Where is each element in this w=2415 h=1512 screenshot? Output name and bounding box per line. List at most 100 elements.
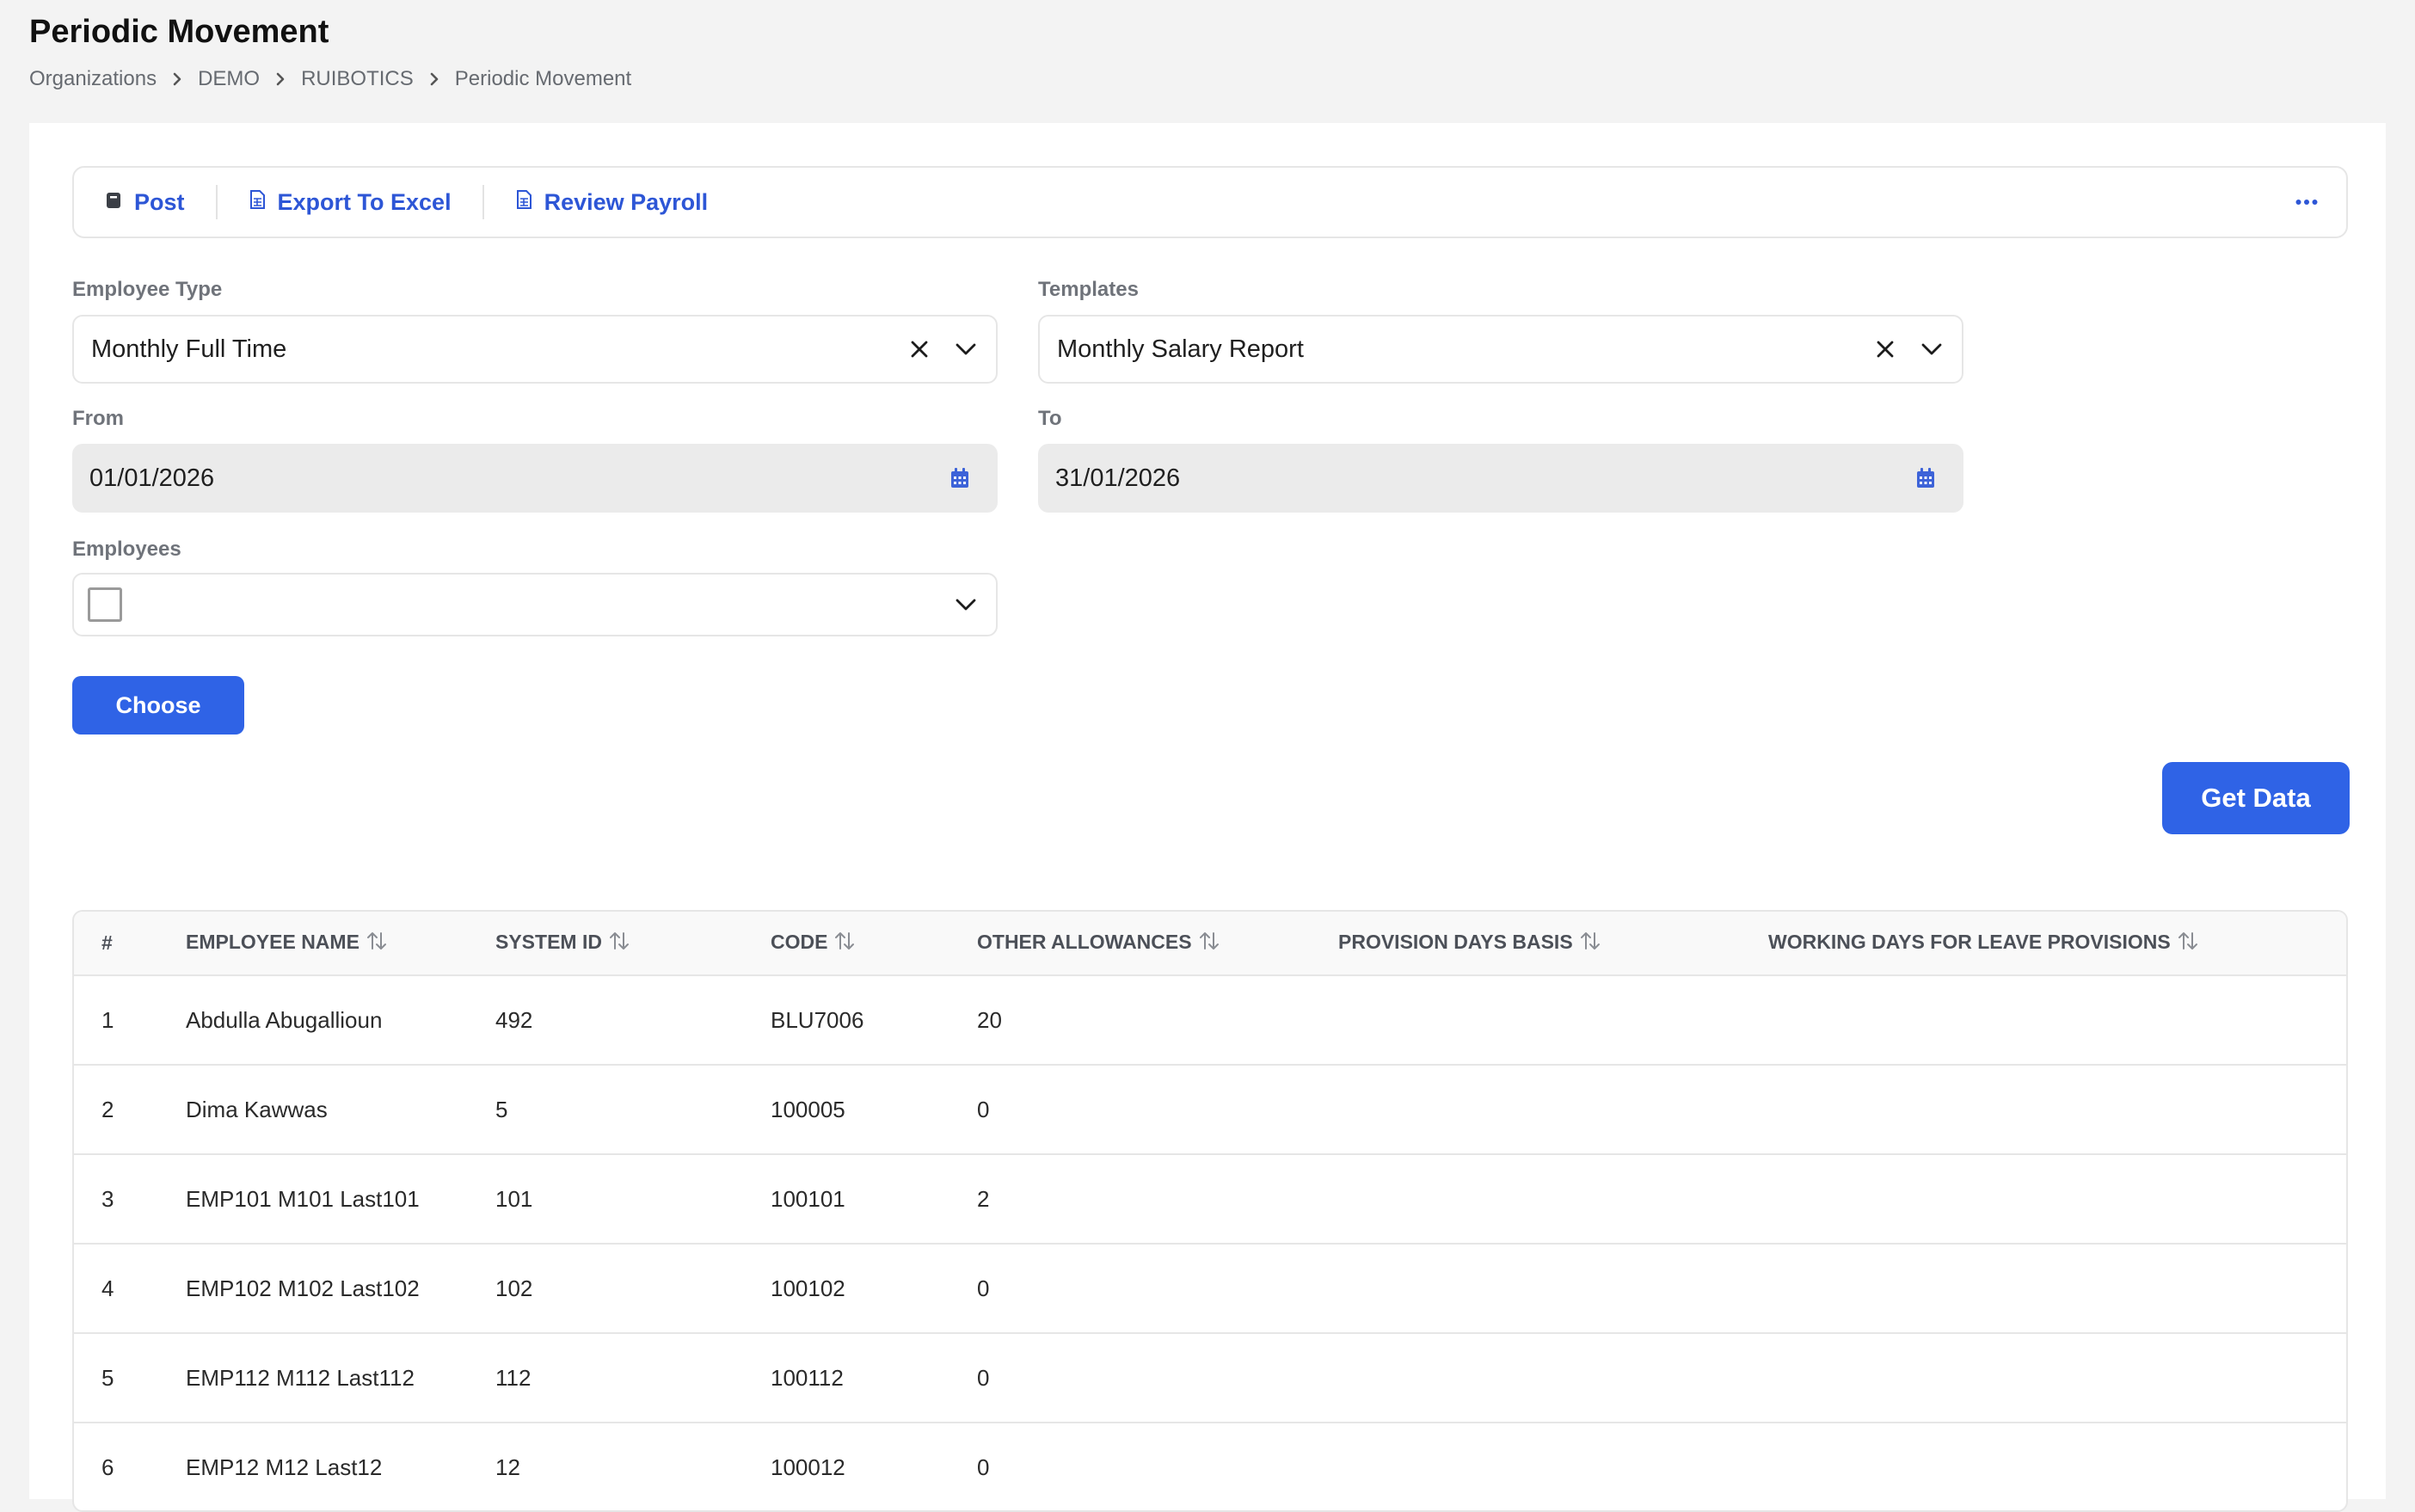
employees-select[interactable]: [72, 573, 998, 636]
table-row[interactable]: 6 EMP12 M12 Last12 12 100012 0: [74, 1423, 2346, 1510]
clear-icon[interactable]: [1862, 326, 1908, 372]
table-row[interactable]: 4 EMP102 M102 Last102 102 100102 0: [74, 1244, 2346, 1334]
table-row[interactable]: 5 EMP112 M112 Last112 112 100112 0: [74, 1333, 2346, 1423]
select-all-checkbox[interactable]: [88, 587, 122, 622]
post-icon: [105, 189, 122, 216]
toolbar-divider: [482, 185, 484, 219]
page-title: Periodic Movement: [29, 14, 329, 50]
sort-icon[interactable]: [834, 930, 855, 957]
post-button[interactable]: Post: [105, 189, 185, 216]
cell-code: 100112: [771, 1333, 977, 1423]
cell-other-allowances: 0: [977, 1423, 1338, 1510]
employees-label: Employees: [72, 538, 181, 561]
sort-icon[interactable]: [609, 930, 630, 957]
cell-other-allowances: 2: [977, 1154, 1338, 1245]
breadcrumb-organizations[interactable]: Organizations: [29, 67, 157, 91]
review-label: Review Payroll: [544, 188, 709, 215]
chevron-down-icon[interactable]: [1908, 326, 1955, 372]
cell-index: 6: [74, 1423, 186, 1510]
templates-value: Monthly Salary Report: [1057, 335, 1304, 363]
cell-other-allowances: 0: [977, 1244, 1338, 1334]
cell-working-days: [1768, 1065, 2346, 1155]
sort-icon[interactable]: [366, 930, 387, 957]
cell-provision-days-basis: [1338, 1333, 1768, 1423]
table-row[interactable]: 2 Dima Kawwas 5 100005 0: [74, 1065, 2346, 1155]
export-to-excel-button[interactable]: Export To Excel: [249, 189, 452, 216]
ellipsis-icon[interactable]: [2289, 185, 2324, 219]
cell-provision-days-basis: [1338, 1423, 1768, 1510]
to-date-field: [1038, 444, 1963, 513]
chevron-right-icon: [157, 71, 198, 87]
cell-employee-name: Abdulla Abugallioun: [186, 975, 495, 1066]
breadcrumb: Organizations DEMO RUIBOTICS Periodic Mo…: [29, 67, 631, 91]
breadcrumb-demo[interactable]: DEMO: [198, 67, 260, 91]
breadcrumb-ruibotics[interactable]: RUIBOTICS: [301, 67, 414, 91]
chevron-right-icon: [414, 71, 455, 87]
to-label: To: [1038, 407, 1062, 430]
cell-working-days: [1768, 1423, 2346, 1510]
review-payroll-button[interactable]: Review Payroll: [515, 188, 709, 216]
main-panel: Post Export To Excel Review Payroll Empl…: [29, 123, 2386, 1512]
breadcrumb-current: Periodic Movement: [454, 67, 632, 90]
page-header: Periodic Movement Organizations DEMO RUI…: [29, 12, 631, 91]
cell-system-id: 102: [495, 1244, 771, 1334]
cell-system-id: 492: [495, 975, 771, 1066]
cell-system-id: 101: [495, 1154, 771, 1245]
cell-code: 100101: [771, 1154, 977, 1245]
column-header-index: #: [74, 912, 186, 976]
chevron-right-icon: [260, 71, 301, 87]
cell-provision-days-basis: [1338, 1154, 1768, 1245]
cell-index: 4: [74, 1244, 186, 1334]
cell-index: 3: [74, 1154, 186, 1245]
calendar-icon[interactable]: [943, 461, 977, 495]
column-header-other-allowances[interactable]: OTHER ALLOWANCES: [977, 912, 1338, 976]
cell-code: BLU7006: [771, 975, 977, 1066]
from-date-input[interactable]: [89, 464, 943, 493]
chevron-down-icon[interactable]: [943, 326, 989, 372]
post-label: Post: [134, 188, 185, 215]
cell-index: 2: [74, 1065, 186, 1155]
cell-system-id: 112: [495, 1333, 771, 1423]
sort-icon[interactable]: [2178, 930, 2198, 957]
sort-icon[interactable]: [1199, 930, 1220, 957]
templates-select[interactable]: Monthly Salary Report: [1038, 315, 1963, 384]
employee-type-label: Employee Type: [72, 278, 223, 301]
table-row[interactable]: 1 Abdulla Abugallioun 492 BLU7006 20: [74, 975, 2346, 1066]
action-toolbar: Post Export To Excel Review Payroll: [72, 166, 2348, 238]
to-date-input[interactable]: [1055, 464, 1908, 493]
from-date-field: [72, 444, 998, 513]
results-table: # EMPLOYEE NAME SYSTEM ID CODE OTHER ALL…: [72, 910, 2348, 1512]
toolbar-divider: [215, 185, 218, 219]
templates-label: Templates: [1038, 278, 1139, 301]
cell-other-allowances: 0: [977, 1333, 1338, 1423]
cell-employee-name: EMP102 M102 Last102: [186, 1244, 495, 1334]
employee-type-value: Monthly Full Time: [91, 335, 287, 363]
cell-working-days: [1768, 1333, 2346, 1423]
cell-system-id: 12: [495, 1423, 771, 1510]
cell-employee-name: Dima Kawwas: [186, 1065, 495, 1155]
column-header-code[interactable]: CODE: [771, 912, 977, 976]
cell-index: 1: [74, 975, 186, 1066]
cell-code: 100102: [771, 1244, 977, 1334]
clear-icon[interactable]: [896, 326, 943, 372]
table-header-row: # EMPLOYEE NAME SYSTEM ID CODE OTHER ALL…: [74, 912, 2346, 976]
cell-working-days: [1768, 1154, 2346, 1245]
cell-other-allowances: 20: [977, 975, 1338, 1066]
cell-other-allowances: 0: [977, 1065, 1338, 1155]
cell-code: 100012: [771, 1423, 977, 1510]
column-header-system-id[interactable]: SYSTEM ID: [495, 912, 771, 976]
cell-provision-days-basis: [1338, 1065, 1768, 1155]
choose-button[interactable]: Choose: [72, 676, 244, 734]
cell-provision-days-basis: [1338, 975, 1768, 1066]
column-header-employee-name[interactable]: EMPLOYEE NAME: [186, 912, 495, 976]
column-header-working-days[interactable]: WORKING DAYS FOR LEAVE PROVISIONS: [1768, 912, 2346, 976]
from-label: From: [72, 407, 124, 430]
sort-icon[interactable]: [1580, 930, 1601, 957]
employee-type-select[interactable]: Monthly Full Time: [72, 315, 998, 384]
get-data-button[interactable]: Get Data: [2162, 762, 2350, 834]
document-icon: [515, 189, 532, 216]
chevron-down-icon[interactable]: [943, 581, 989, 628]
table-row[interactable]: 3 EMP101 M101 Last101 101 100101 2: [74, 1154, 2346, 1245]
column-header-provision-days-basis[interactable]: PROVISION DAYS BASIS: [1338, 912, 1768, 976]
calendar-icon[interactable]: [1908, 461, 1943, 495]
